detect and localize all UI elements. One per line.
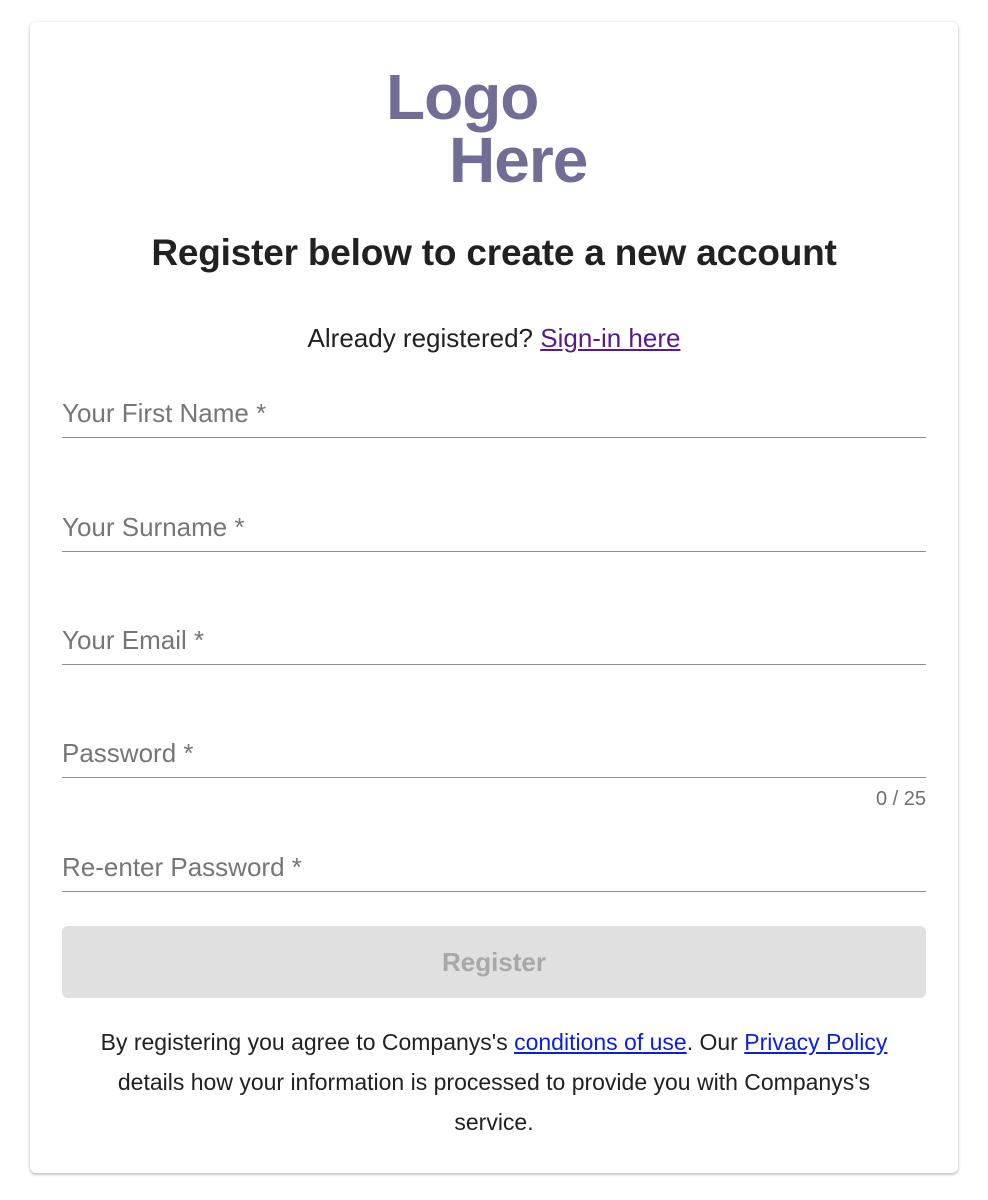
confirm-password-input[interactable] <box>62 843 926 891</box>
signin-link[interactable]: Sign-in here <box>540 323 680 353</box>
password-char-counter: 0 / 25 <box>875 788 926 810</box>
terms-text-3: details how your information is processe… <box>117 1069 871 1135</box>
signin-prompt-text: Already registered? <box>307 323 534 353</box>
terms-text-1: By registering you agree to Companys's <box>100 1029 515 1055</box>
logo-line-2: Here <box>449 124 588 196</box>
first-name-field[interactable] <box>62 389 926 438</box>
registration-card: Logo Here Register below to create a new… <box>30 22 958 1173</box>
terms-notice: By registering you agree to Companys's c… <box>80 1022 908 1142</box>
logo-line-1: Logo <box>386 61 539 133</box>
company-logo: Logo Here <box>386 61 626 196</box>
password-field[interactable] <box>62 729 926 778</box>
surname-input[interactable] <box>62 503 926 551</box>
signin-prompt: Already registered? Sign-in here <box>30 323 958 354</box>
surname-field[interactable] <box>62 503 926 552</box>
terms-text-2: . Our <box>686 1029 745 1055</box>
register-button[interactable]: Register <box>62 926 926 998</box>
conditions-of-use-link[interactable]: conditions of use <box>514 1029 687 1055</box>
confirm-password-field[interactable] <box>62 843 926 892</box>
first-name-input[interactable] <box>62 389 926 437</box>
page-title: Register below to create a new account <box>151 232 837 273</box>
email-field[interactable] <box>62 616 926 665</box>
email-input[interactable] <box>62 616 926 664</box>
privacy-policy-link[interactable]: Privacy Policy <box>744 1029 887 1055</box>
password-input[interactable] <box>62 729 926 777</box>
